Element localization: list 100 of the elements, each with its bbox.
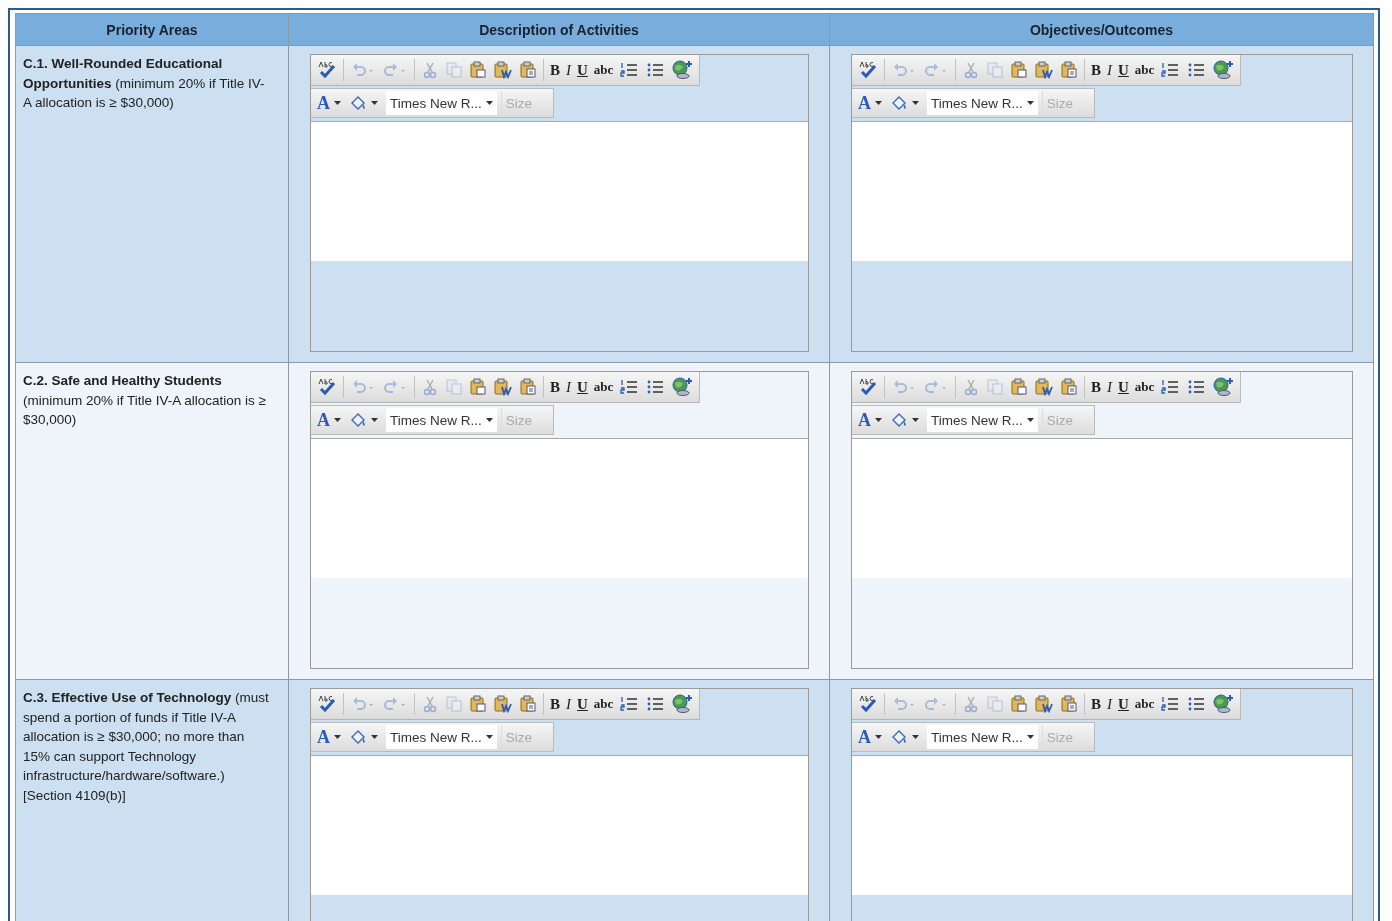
font-color-button[interactable]: A (317, 728, 330, 746)
font-color-button[interactable]: A (858, 728, 871, 746)
caret-icon[interactable] (371, 417, 378, 423)
paste-word-icon[interactable] (1034, 61, 1054, 79)
paste-text-icon[interactable] (1060, 695, 1078, 713)
paste-text-icon[interactable] (519, 61, 537, 79)
bullet-list-icon[interactable] (645, 378, 666, 396)
font-dropdown[interactable]: Times New R... (386, 408, 497, 432)
font-dropdown[interactable]: Times New R... (927, 408, 1038, 432)
strike-button[interactable]: abc (593, 378, 614, 396)
paint-bucket-icon[interactable] (349, 94, 367, 112)
strike-button[interactable]: abc (593, 695, 614, 713)
bold-button[interactable]: B (1091, 61, 1101, 79)
paste-text-icon[interactable] (1060, 378, 1078, 396)
spellcheck-icon[interactable] (858, 378, 878, 396)
caret-icon[interactable] (371, 100, 378, 106)
spellcheck-icon[interactable] (317, 61, 337, 79)
priority-area-text: C.3. Effective Use of Technology (must spend a portion of funds if Title IV-A allocation is ≥ $30,000; no more than 15% can support Technology infrastructure/hardware/software.) [Section 4109(b)] (23, 689, 270, 805)
bullet-list-icon[interactable] (645, 695, 666, 713)
italic-button[interactable]: I (566, 61, 571, 79)
italic-button[interactable]: I (1107, 61, 1112, 79)
paste-word-icon[interactable] (1034, 695, 1054, 713)
paste-icon[interactable] (469, 378, 487, 396)
paste-text-icon[interactable] (519, 695, 537, 713)
caret-icon[interactable] (875, 417, 882, 423)
paste-word-icon[interactable] (1034, 378, 1054, 396)
numbered-list-icon[interactable] (1160, 378, 1181, 396)
paste-icon[interactable] (469, 61, 487, 79)
caret-icon[interactable] (371, 734, 378, 740)
paste-icon[interactable] (1010, 378, 1028, 396)
column-header: Description of Activities (289, 14, 830, 46)
font-dropdown[interactable]: Times New R... (386, 725, 497, 749)
numbered-list-icon[interactable] (619, 378, 640, 396)
globe-link-icon[interactable] (1212, 694, 1235, 714)
strike-button[interactable]: abc (1134, 61, 1155, 79)
bold-button[interactable]: B (1091, 695, 1101, 713)
caret-icon[interactable] (912, 734, 919, 740)
paste-word-icon[interactable] (493, 61, 513, 79)
numbered-list-icon[interactable] (619, 61, 640, 79)
globe-link-icon[interactable] (671, 60, 694, 80)
font-color-button[interactable]: A (858, 411, 871, 429)
caret-icon (1026, 100, 1034, 106)
strike-button[interactable]: abc (1134, 378, 1155, 396)
paint-bucket-icon[interactable] (890, 411, 908, 429)
bold-button[interactable]: B (550, 61, 560, 79)
font-color-button[interactable]: A (317, 94, 330, 112)
globe-link-icon[interactable] (671, 694, 694, 714)
paste-icon[interactable] (469, 695, 487, 713)
italic-button[interactable]: I (1107, 378, 1112, 396)
spellcheck-icon[interactable] (317, 695, 337, 713)
paste-word-icon[interactable] (493, 378, 513, 396)
font-name: Times New R... (931, 412, 1023, 428)
paste-text-icon[interactable] (519, 378, 537, 396)
underline-button[interactable]: U (577, 378, 588, 396)
underline-button[interactable]: U (577, 695, 588, 713)
caret-icon[interactable] (875, 734, 882, 740)
strike-button[interactable]: abc (593, 61, 614, 79)
paste-icon[interactable] (1010, 695, 1028, 713)
caret-icon[interactable] (334, 734, 341, 740)
spellcheck-icon[interactable] (858, 695, 878, 713)
font-color-button[interactable]: A (317, 411, 330, 429)
paint-bucket-icon[interactable] (890, 728, 908, 746)
numbered-list-icon[interactable] (1160, 61, 1181, 79)
caret-icon[interactable] (912, 100, 919, 106)
spellcheck-icon[interactable] (858, 61, 878, 79)
numbered-list-icon[interactable] (619, 695, 640, 713)
paint-bucket-icon[interactable] (349, 728, 367, 746)
numbered-list-icon[interactable] (1160, 695, 1181, 713)
bold-button[interactable]: B (1091, 378, 1101, 396)
bullet-list-icon[interactable] (1186, 61, 1207, 79)
italic-button[interactable]: I (566, 378, 571, 396)
font-color-button[interactable]: A (858, 94, 871, 112)
paint-bucket-icon[interactable] (890, 94, 908, 112)
underline-button[interactable]: U (1118, 695, 1129, 713)
globe-link-icon[interactable] (1212, 377, 1235, 397)
italic-button[interactable]: I (566, 695, 571, 713)
bold-button[interactable]: B (550, 695, 560, 713)
paste-word-icon[interactable] (493, 695, 513, 713)
bullet-list-icon[interactable] (1186, 695, 1207, 713)
caret-icon[interactable] (334, 100, 341, 106)
paste-icon[interactable] (1010, 61, 1028, 79)
font-dropdown[interactable]: Times New R... (927, 91, 1038, 115)
bullet-list-icon[interactable] (645, 61, 666, 79)
font-dropdown[interactable]: Times New R... (927, 725, 1038, 749)
italic-button[interactable]: I (1107, 695, 1112, 713)
caret-icon[interactable] (875, 100, 882, 106)
globe-link-icon[interactable] (1212, 60, 1235, 80)
caret-icon[interactable] (912, 417, 919, 423)
globe-link-icon[interactable] (671, 377, 694, 397)
underline-button[interactable]: U (1118, 378, 1129, 396)
strike-button[interactable]: abc (1134, 695, 1155, 713)
paint-bucket-icon[interactable] (349, 411, 367, 429)
paste-text-icon[interactable] (1060, 61, 1078, 79)
spellcheck-icon[interactable] (317, 378, 337, 396)
bullet-list-icon[interactable] (1186, 378, 1207, 396)
caret-icon[interactable] (334, 417, 341, 423)
underline-button[interactable]: U (577, 61, 588, 79)
bold-button[interactable]: B (550, 378, 560, 396)
underline-button[interactable]: U (1118, 61, 1129, 79)
font-dropdown[interactable]: Times New R... (386, 91, 497, 115)
